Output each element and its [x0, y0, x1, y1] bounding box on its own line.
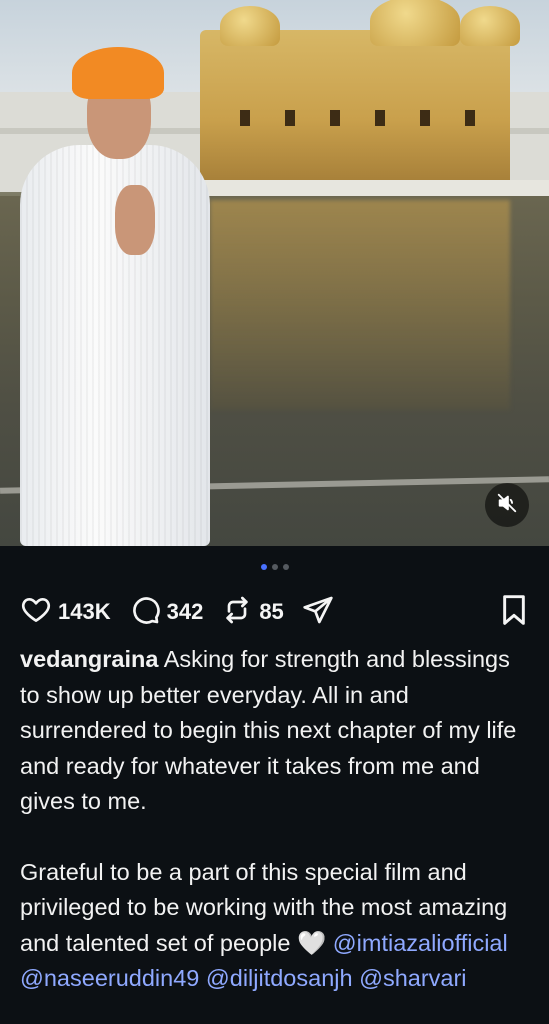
- photo-walkway: [200, 180, 549, 196]
- repost-icon: [221, 594, 253, 631]
- mute-toggle-button[interactable]: [485, 483, 529, 527]
- carousel-dot: [282, 564, 289, 570]
- white-heart-emoji: 🤍: [297, 929, 327, 956]
- bookmark-icon: [499, 594, 529, 631]
- comment-bubble-icon: [129, 594, 161, 631]
- post-caption: vedangraina Asking for strength and bles…: [0, 642, 549, 997]
- comment-button[interactable]: 342: [129, 594, 204, 631]
- heart-icon: [20, 594, 52, 631]
- send-icon: [302, 594, 334, 631]
- repost-count: 85: [259, 599, 284, 624]
- photo-reflection: [210, 200, 510, 410]
- mention-link[interactable]: @imtiazaliofficial: [333, 930, 508, 956]
- photo-person: [10, 45, 220, 546]
- like-count: 143K: [58, 599, 111, 624]
- carousel-dot: [271, 564, 278, 570]
- muted-speaker-icon: [496, 492, 518, 519]
- mention-link[interactable]: @sharvari: [359, 965, 466, 991]
- comment-count: 342: [166, 599, 204, 624]
- share-button[interactable]: [302, 594, 334, 631]
- mention-link[interactable]: @naseeruddin49: [20, 965, 199, 991]
- photo-golden-temple: [200, 0, 520, 180]
- save-button[interactable]: [499, 594, 529, 631]
- carousel-indicator: [0, 564, 549, 571]
- post-photo[interactable]: [0, 0, 549, 546]
- like-button[interactable]: 143K: [20, 594, 111, 631]
- mention-link[interactable]: @diljitdosanjh: [206, 965, 353, 991]
- carousel-dot-active: [260, 564, 267, 570]
- caption-username[interactable]: vedangraina: [20, 646, 158, 672]
- repost-button[interactable]: 85: [221, 594, 284, 631]
- post-actions-bar: 143K 342 85: [0, 592, 549, 632]
